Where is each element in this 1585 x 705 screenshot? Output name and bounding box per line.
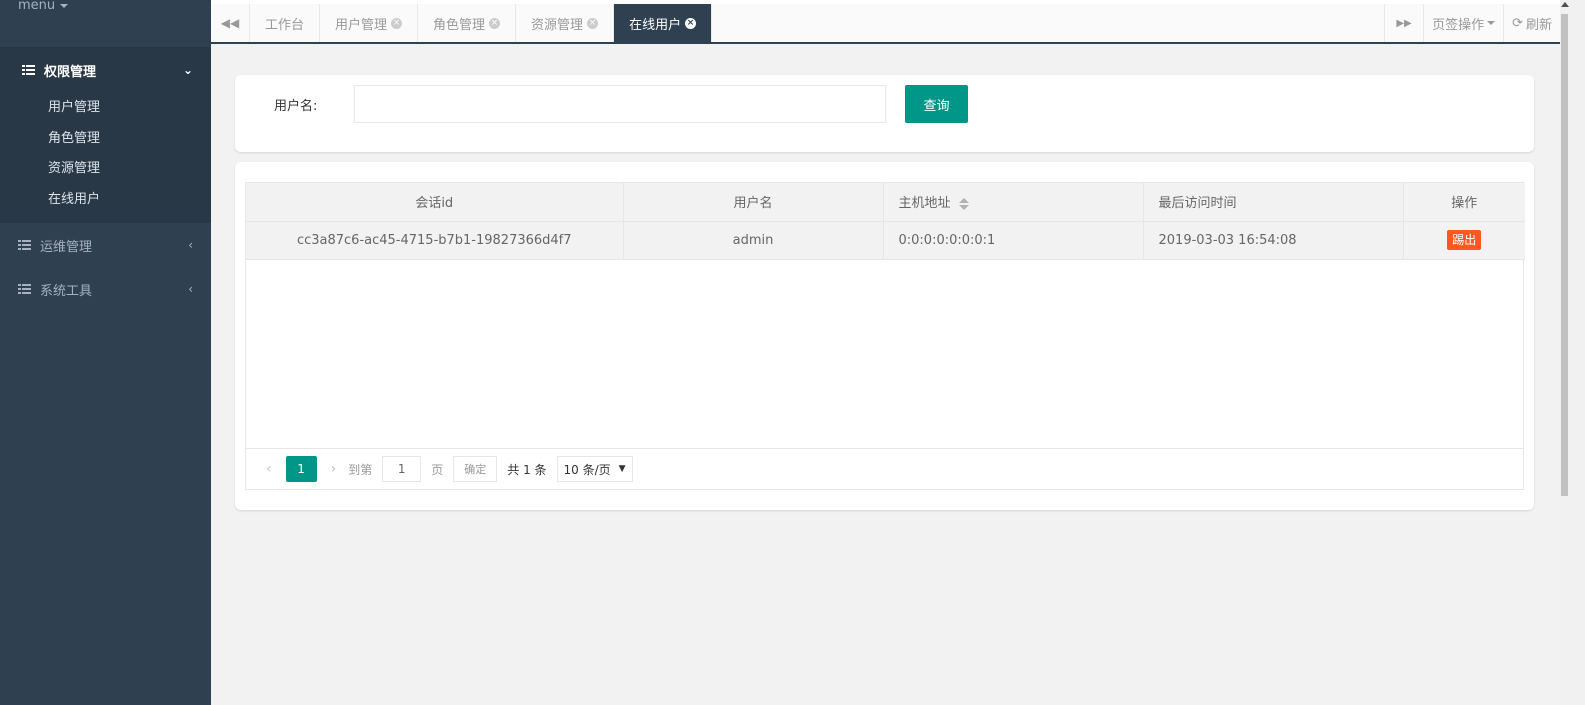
pagination: ‹ 1 › 到第 页 确定 共 1 条 10 条/页 ▼ xyxy=(246,448,1523,489)
sidebar-item-resource-management[interactable]: 资源管理 xyxy=(0,154,211,185)
tab-bar: ◀◀ 工作台 用户管理 × 角色管理 × 资源管理 × 在线用户 × ▶▶ 页签… xyxy=(211,4,1560,44)
chevron-down-icon: ⌄ xyxy=(182,63,193,77)
menu-label: menu xyxy=(18,0,56,13)
scroll-up-icon[interactable] xyxy=(1561,2,1569,7)
list-icon xyxy=(22,65,35,75)
list-icon xyxy=(18,284,31,294)
tab-user-management[interactable]: 用户管理 × xyxy=(320,4,419,42)
tab-label: 在线用户 xyxy=(629,17,682,33)
chevron-left-icon: ‹ xyxy=(188,238,193,252)
goto-page-input[interactable] xyxy=(382,456,422,482)
search-panel: 用户名: 查询 xyxy=(235,75,1534,152)
nav-group-label: 系统工具 xyxy=(40,283,93,299)
column-header-session-id: 会话id xyxy=(246,183,624,222)
cell-last-access: 2019-03-03 16:54:08 xyxy=(1143,221,1404,260)
sidebar-item-online-users[interactable]: 在线用户 xyxy=(0,185,211,216)
nav-group-ops-header[interactable]: 运维管理 ‹ xyxy=(0,223,211,267)
sidebar: menu 权限管理 ⌄ 用户管理 角色管理 资源管理 在线用户 运维管理 ‹ 系… xyxy=(0,0,211,705)
chevron-left-icon: ‹ xyxy=(188,282,193,296)
nav-group-permission: 权限管理 ⌄ 用户管理 角色管理 资源管理 在线用户 xyxy=(0,47,211,223)
goto-label: 到第 xyxy=(348,462,373,477)
tab-role-management[interactable]: 角色管理 × xyxy=(418,4,517,42)
refresh-button[interactable]: ⟳ 刷新 xyxy=(1503,4,1560,42)
column-header-last-access: 最后访问时间 xyxy=(1143,183,1404,222)
online-users-table: 会话id 用户名 主机地址 最后访问时间 操作 cc3a87c6-ac45-47… xyxy=(245,182,1525,490)
scroll-tabs-left-button[interactable]: ◀◀ xyxy=(211,4,250,42)
tab-online-users[interactable]: 在线用户 × xyxy=(614,4,713,42)
column-header-host[interactable]: 主机地址 xyxy=(883,183,1144,222)
tab-spacer xyxy=(712,4,1384,42)
close-icon[interactable]: × xyxy=(489,17,501,29)
next-page-icon[interactable]: › xyxy=(331,461,337,477)
double-chevron-left-icon: ◀◀ xyxy=(220,16,240,30)
list-icon xyxy=(18,240,31,250)
tab-actions: ▶▶ 页签操作 ⟳ 刷新 xyxy=(1384,4,1560,42)
page-ops-dropdown[interactable]: 页签操作 xyxy=(1423,4,1503,42)
close-icon[interactable]: × xyxy=(587,17,599,29)
column-header-label: 主机地址 xyxy=(898,196,951,212)
nav-group-tools-header[interactable]: 系统工具 ‹ xyxy=(0,267,211,311)
double-chevron-right-icon: ▶▶ xyxy=(1396,17,1412,29)
nav-group-label: 权限管理 xyxy=(44,64,97,80)
nav-submenu: 用户管理 角色管理 资源管理 在线用户 xyxy=(0,93,211,223)
column-header-action: 操作 xyxy=(1403,183,1525,222)
page-size-select[interactable]: 10 条/页 ▼ xyxy=(556,456,633,482)
refresh-icon: ⟳ xyxy=(1512,15,1523,31)
sidebar-item-role-management[interactable]: 角色管理 xyxy=(0,124,211,155)
caret-down-icon xyxy=(60,4,69,8)
tab-resource-management[interactable]: 资源管理 × xyxy=(516,4,615,42)
tab-label: 角色管理 xyxy=(433,17,486,33)
tab-label: 工作台 xyxy=(265,17,305,33)
scroll-tabs-right-button[interactable]: ▶▶ xyxy=(1384,4,1423,42)
sidebar-item-user-management[interactable]: 用户管理 xyxy=(0,93,211,124)
tab-dashboard[interactable]: 工作台 xyxy=(250,4,321,42)
username-label: 用户名: xyxy=(274,99,318,114)
page-scrollbar[interactable] xyxy=(1560,0,1585,705)
refresh-label: 刷新 xyxy=(1525,17,1552,33)
nav-group-label: 运维管理 xyxy=(40,239,93,255)
nav-group-ops: 运维管理 ‹ xyxy=(0,223,211,267)
current-page-button[interactable]: 1 xyxy=(285,456,317,482)
username-search-input[interactable] xyxy=(354,85,886,123)
close-icon[interactable]: × xyxy=(685,17,697,29)
goto-confirm-button[interactable]: 确定 xyxy=(453,456,498,482)
page-size-value: 10 条/页 xyxy=(563,462,611,477)
scrollbar-thumb[interactable] xyxy=(1561,14,1568,496)
dropdown-arrow-icon: ▼ xyxy=(618,464,626,474)
menu-dropdown[interactable]: menu xyxy=(0,0,211,45)
table-panel: 会话id 用户名 主机地址 最后访问时间 操作 cc3a87c6-ac45-47… xyxy=(235,162,1534,510)
cell-session-id: cc3a87c6-ac45-4715-b7b1-19827366d4f7 xyxy=(246,221,624,260)
cell-host: 0:0:0:0:0:0:0:1 xyxy=(883,221,1144,260)
tab-label: 用户管理 xyxy=(335,17,388,33)
close-icon[interactable]: × xyxy=(391,17,403,29)
query-button[interactable]: 查询 xyxy=(905,85,968,123)
nav-group-permission-header[interactable]: 权限管理 ⌄ xyxy=(0,47,211,93)
caret-down-icon xyxy=(1487,21,1496,25)
kick-out-button[interactable]: 踢出 xyxy=(1447,230,1482,250)
nav-group-tools: 系统工具 ‹ xyxy=(0,267,211,311)
page-label: 页 xyxy=(431,462,444,477)
sort-icon[interactable] xyxy=(958,197,969,210)
tab-label: 资源管理 xyxy=(531,17,584,33)
table-row: cc3a87c6-ac45-4715-b7b1-19827366d4f7 adm… xyxy=(246,221,1525,260)
page-ops-label: 页签操作 xyxy=(1432,17,1485,33)
cell-username: admin xyxy=(623,221,884,260)
column-header-username: 用户名 xyxy=(623,183,884,222)
total-count: 共 1 条 xyxy=(507,462,547,477)
prev-page-icon[interactable]: ‹ xyxy=(266,461,272,477)
table-header-row: 会话id 用户名 主机地址 最后访问时间 操作 xyxy=(246,183,1525,222)
cell-action: 踢出 xyxy=(1403,221,1525,260)
